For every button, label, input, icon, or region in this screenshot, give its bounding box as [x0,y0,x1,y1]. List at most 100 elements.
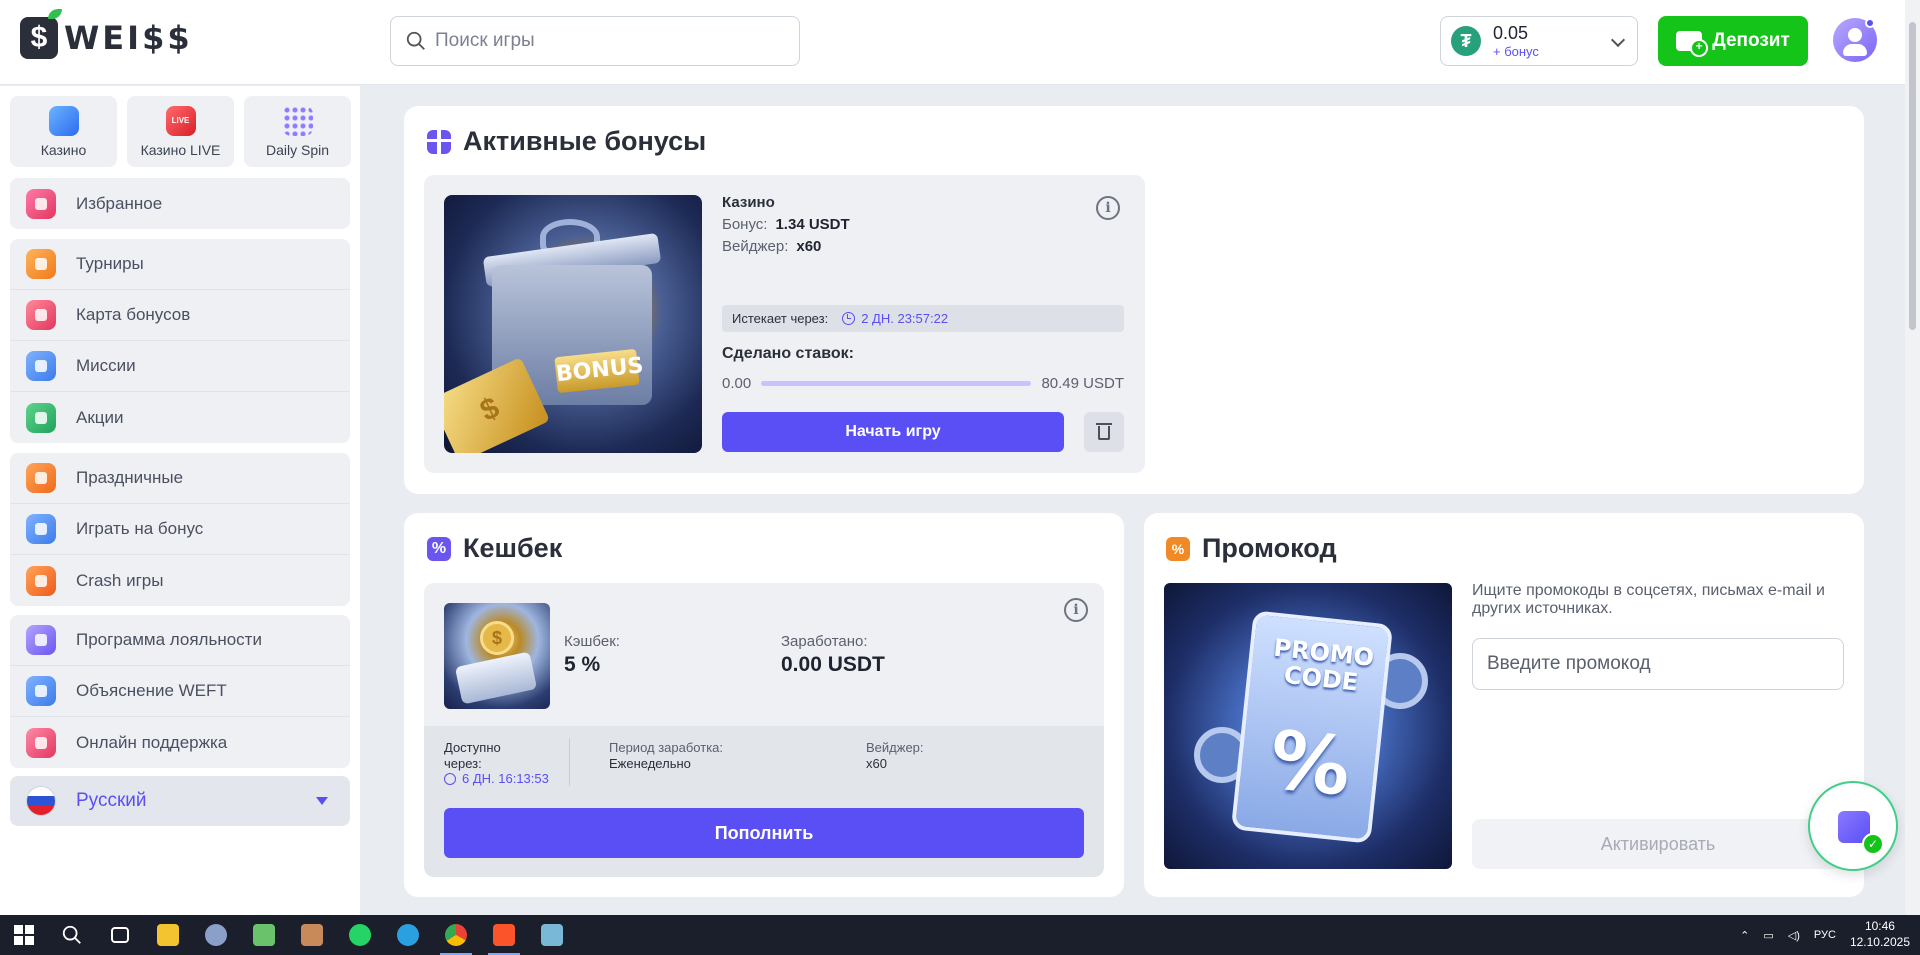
start-icon[interactable] [0,915,48,955]
activate-button[interactable]: Активировать [1472,819,1844,869]
delete-bonus-button[interactable] [1084,412,1124,452]
bonus-expiry: Истекает через: 2 ДН. 23:57:22 [722,305,1124,332]
info-icon[interactable]: i [1096,196,1120,220]
page-scrollbar[interactable] [1905,0,1920,915]
sidebar-item-favorites[interactable]: Избранное [10,178,350,229]
wallet-plus-icon [1676,31,1709,57]
balance-bonus: + бонус [1493,44,1539,59]
user-avatar[interactable] [1833,18,1877,62]
sidebar-item-tournaments[interactable]: Турниры [10,239,350,290]
trash-icon [1096,423,1112,425]
promo-code-input[interactable] [1472,638,1844,690]
sidebar-item-missions[interactable]: Миссии [10,341,350,392]
system-tray: ⌃ ▭ ◁) РУС 10:46 12.10.2025 [1740,915,1910,955]
sidebar-group-games: Праздничные Играть на бонус Crash игры [10,453,350,606]
sidebar-item-promotions[interactable]: Акции [10,392,350,443]
gift-icon [427,129,451,154]
bets-progress: 0.00 80.49 USDT [722,375,1124,392]
russia-flag-icon [26,786,56,816]
volume-icon[interactable]: ◁) [1788,929,1800,942]
windows-taskbar: ⌃ ▭ ◁) РУС 10:46 12.10.2025 [0,915,1920,955]
loyalty-icon [26,625,56,655]
refill-button[interactable]: Пополнить [444,808,1084,858]
promo-hint: Ищите промокоды в соцсетях, письмах e-ma… [1472,582,1825,618]
chat-icon [26,727,56,758]
game-search[interactable] [390,16,800,66]
chevron-up-icon[interactable]: ⌃ [1740,929,1749,942]
bonus-category: Казино [722,194,775,211]
ticket-icon: % [1166,536,1190,561]
file-explorer-icon[interactable] [144,915,192,955]
promo-icon [26,402,56,433]
sidebar: Казино LIVE Казино LIVE Daily Spin Избра… [0,86,360,915]
sidebar-item-crash[interactable]: Crash игры [10,555,350,606]
help-icon [26,676,56,706]
cashback-percent: 5 % [564,653,601,676]
promocode-title: % Промокод [1166,533,1337,564]
whatsapp-icon[interactable] [336,915,384,955]
brave-icon[interactable] [480,915,528,955]
info-icon[interactable]: i [1064,598,1088,622]
cashback-details: $ Кэшбек: 5 % Заработано: 0.00 USDT i До… [424,583,1104,877]
start-game-button[interactable]: Начать игру [722,412,1064,452]
percent-icon: % [427,536,451,561]
active-bonuses-title: Активные бонусы [427,126,706,157]
bonus-chest-image: BONUS $ [444,195,702,453]
bets-made-label: Сделано ставок: [722,345,854,362]
casino-icon [48,105,79,136]
caret-down-icon [316,797,328,805]
scrollbar-thumb[interactable] [1909,22,1916,330]
heart-icon [26,188,56,219]
deposit-button[interactable]: Депозит [1658,16,1808,66]
network-icon[interactable]: ▭ [1763,929,1773,942]
bonus-item: BONUS $ Казино Бонус: 1.34 USDT Вейджер: x… [424,175,1145,473]
live-icon: LIVE [165,105,196,136]
search-icon[interactable] [48,915,96,955]
search-input[interactable] [435,30,775,52]
notepad-icon[interactable] [240,915,288,955]
sidebar-item-loyalty[interactable]: Программа лояльности [10,615,350,666]
sidebar-item-bonus-map[interactable]: Карта бонусов [10,290,350,341]
sidebar-group-main: Турниры Карта бонусов Миссии Акции [10,239,350,443]
tile-casino-live[interactable]: LIVE Казино LIVE [127,96,234,167]
clock-icon [842,312,856,325]
sidebar-item-weft[interactable]: Объяснение WEFT [10,666,350,717]
promo-code-image: PROMO CODE % [1164,583,1452,869]
app-icon[interactable] [192,915,240,955]
photo-app-icon[interactable] [288,915,336,955]
rocket-icon [26,565,56,596]
top-header: $ WEI$$ ₮ 0.05 + бонус Депозит [0,0,1920,85]
sidebar-item-play-bonus[interactable]: Играть на бонус [10,504,350,555]
target-icon [26,351,56,381]
sidebar-item-support[interactable]: Онлайн поддержка [10,717,350,768]
input-language[interactable]: РУС [1814,929,1836,941]
tile-daily-spin[interactable]: Daily Spin [244,96,351,167]
check-icon: ✓ [1862,833,1884,855]
balance-selector[interactable]: ₮ 0.05 + бонус [1440,16,1638,66]
bonus-wager-row: Вейджер: x60 [722,238,822,255]
chrome-icon[interactable] [432,915,480,955]
bonus-map-icon [26,300,56,330]
tether-icon: ₮ [1451,26,1481,56]
notes-icon[interactable] [528,915,576,955]
logo-badge: $ [20,9,62,59]
language-selector[interactable]: Русский [10,776,350,826]
chevron-down-icon [1610,32,1626,48]
cashback-title: % Кешбек [427,533,562,564]
system-clock[interactable]: 10:46 12.10.2025 [1850,919,1910,950]
search-icon [406,31,425,50]
cashback-timer: 6 ДН. 16:13:53 [444,771,549,786]
telegram-icon[interactable] [384,915,432,955]
task-view-icon[interactable] [96,915,144,955]
floating-gift-button[interactable]: ✓ [1808,781,1898,871]
daily-spin-icon [282,105,313,136]
cashback-earned: 0.00 USDT [781,653,885,676]
sidebar-item-holiday[interactable]: Праздничные [10,453,350,504]
site-logo[interactable]: $ WEI$$ [20,9,193,60]
clock-icon [444,772,456,785]
sidebar-tiles: Казино LIVE Казино LIVE Daily Spin [10,96,351,167]
balance-amount: 0.05 [1493,23,1529,43]
trophy-icon [26,249,56,279]
tile-casino[interactable]: Казино [10,96,117,167]
progress-bar [761,381,1032,386]
